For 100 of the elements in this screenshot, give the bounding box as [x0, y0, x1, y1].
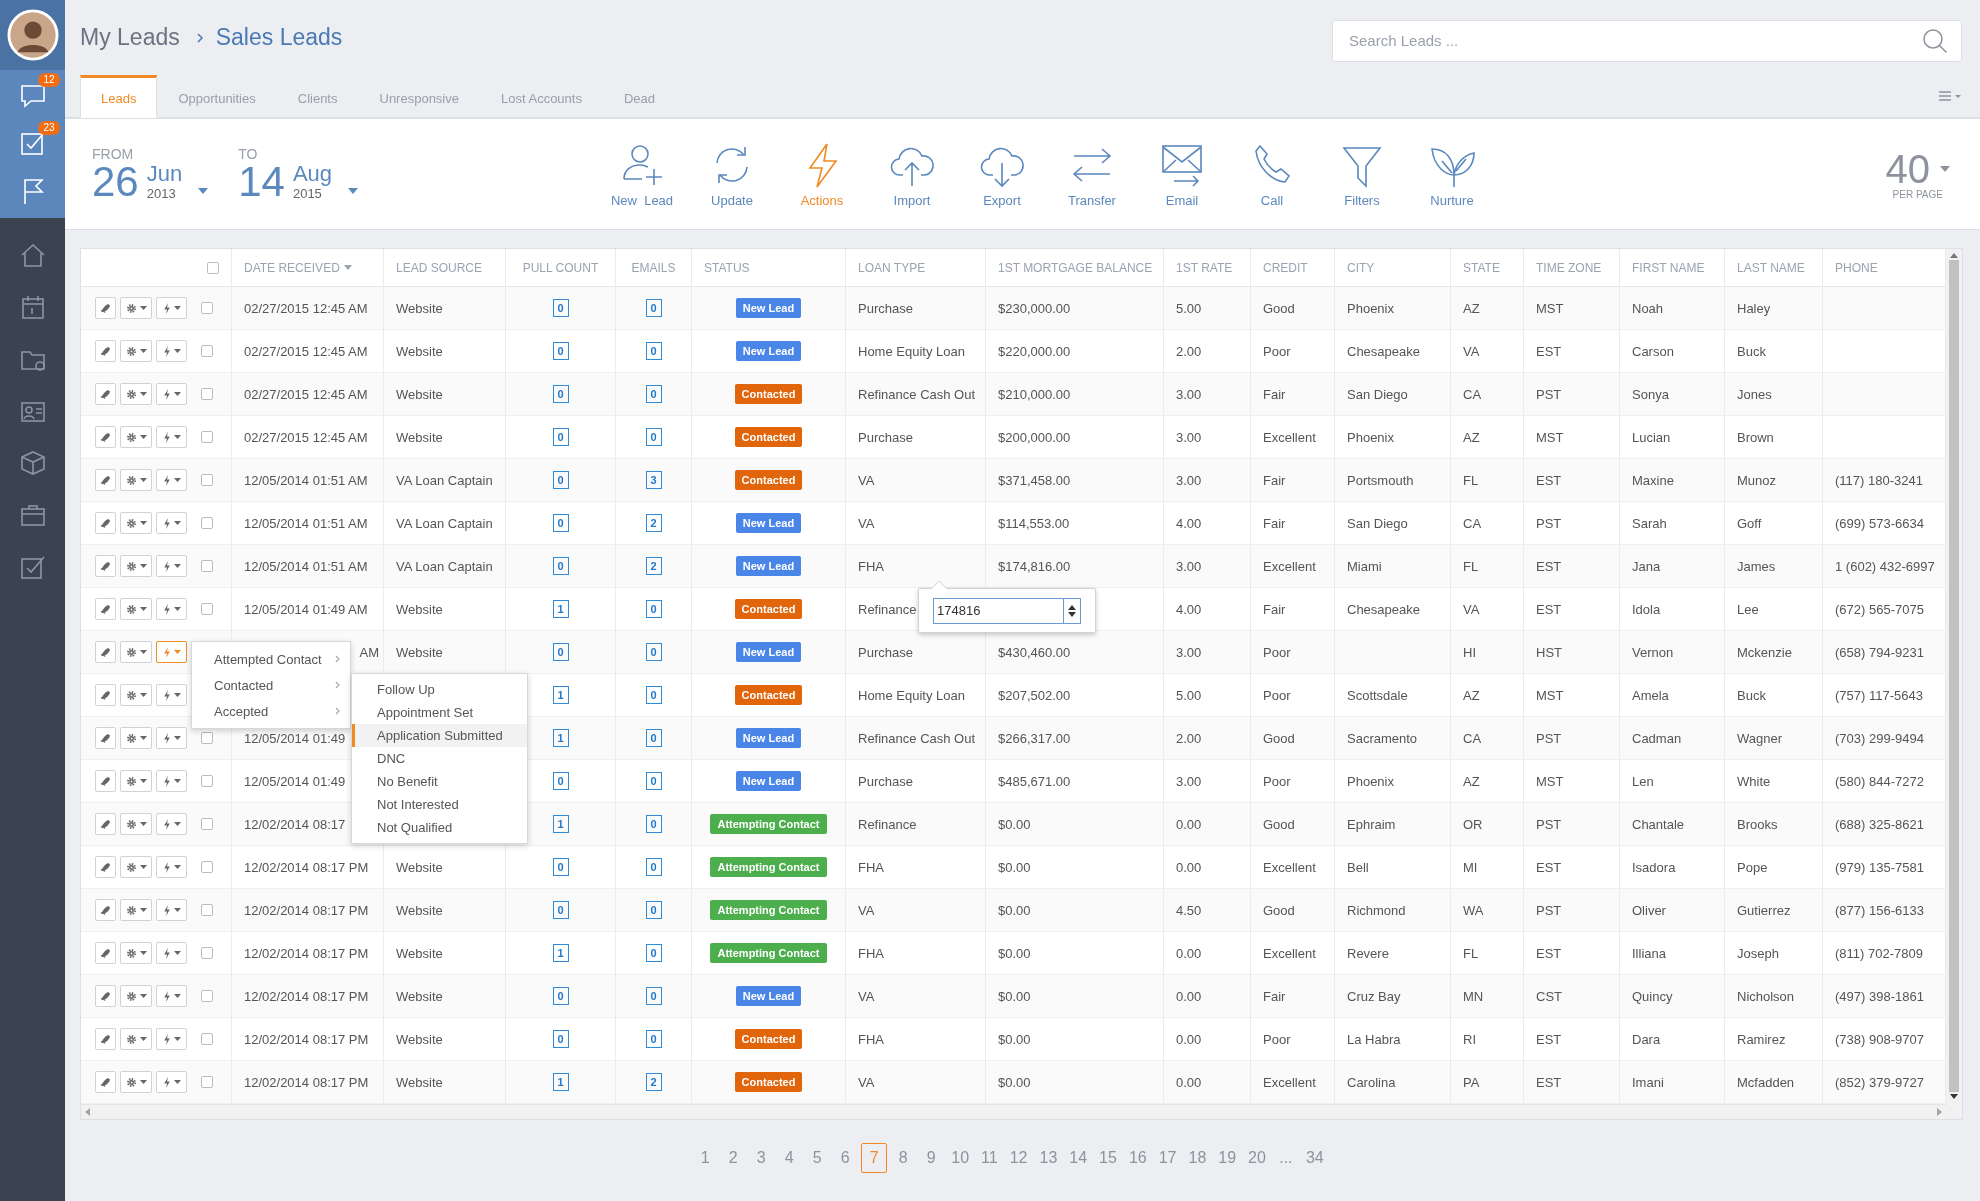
count-badge[interactable]: 0: [645, 815, 662, 833]
count-badge[interactable]: 0: [645, 342, 662, 360]
page-link[interactable]: 20: [1244, 1143, 1270, 1173]
toolbar-button[interactable]: Nurture: [1407, 140, 1497, 208]
table-cell: 12/05/2014 01:51 AM: [232, 459, 384, 502]
count-badge[interactable]: 1: [552, 1073, 569, 1091]
count-badge[interactable]: 0: [552, 471, 569, 489]
count-badge[interactable]: 0: [552, 514, 569, 532]
tab[interactable]: Dead: [602, 75, 677, 118]
count-badge[interactable]: 0: [552, 428, 569, 446]
page-link[interactable]: 18: [1184, 1143, 1211, 1173]
table-cell: $371,458.00: [986, 459, 1164, 502]
count-badge[interactable]: 0: [645, 600, 662, 618]
count-badge[interactable]: 0: [552, 772, 569, 790]
table-cell: CA: [1451, 717, 1524, 760]
toolbar-button[interactable]: Email: [1137, 140, 1227, 208]
count-badge[interactable]: 0: [645, 944, 662, 962]
search-field[interactable]: Search Leads ...: [1332, 19, 1962, 62]
menu-item[interactable]: Contacted: [192, 672, 350, 698]
page-link[interactable]: 4: [777, 1143, 802, 1173]
table-cell: Good: [1251, 803, 1335, 846]
table-cell: WA: [1451, 889, 1524, 932]
count-badge[interactable]: 0: [645, 299, 662, 317]
count-badge[interactable]: 1: [552, 729, 569, 747]
count-badge[interactable]: 0: [552, 901, 569, 919]
page-link[interactable]: 3: [749, 1143, 774, 1173]
tab[interactable]: Leads: [80, 75, 158, 118]
count-badge[interactable]: 0: [552, 299, 569, 317]
count-badge[interactable]: 2: [645, 514, 662, 532]
table-cell: Richmond: [1335, 889, 1451, 932]
toolbar-button[interactable]: Actions: [777, 140, 867, 208]
count-badge[interactable]: 1: [552, 686, 569, 704]
tab[interactable]: Lost Accounts: [480, 75, 603, 118]
tab[interactable]: Clients: [276, 75, 359, 118]
count-badge[interactable]: 0: [645, 987, 662, 1005]
toolbar-button[interactable]: Update: [687, 140, 777, 208]
day-number: 26: [92, 162, 139, 202]
year-label: 2013: [146, 186, 177, 202]
menu-item[interactable]: Application Submitted: [352, 724, 527, 747]
page-link[interactable]: 13: [1035, 1143, 1062, 1173]
page-link[interactable]: 5: [805, 1143, 830, 1173]
toolbar-button[interactable]: Call: [1227, 140, 1317, 208]
per-page-selector[interactable]: 40 PER PAGE: [1885, 148, 1950, 200]
count-badge: 12: [38, 73, 60, 87]
page-link[interactable]: 7: [861, 1143, 888, 1173]
count-badge[interactable]: 0: [552, 385, 569, 403]
table-cell: 12/02/2014 08:17 PM: [232, 889, 384, 932]
page-link[interactable]: 14: [1065, 1143, 1092, 1173]
page-link[interactable]: 19: [1214, 1143, 1241, 1173]
count-badge[interactable]: 0: [645, 686, 662, 704]
table-cell: EST: [1524, 459, 1620, 502]
count-badge[interactable]: 0: [552, 858, 569, 876]
count-badge[interactable]: 3: [645, 471, 662, 489]
count-badge[interactable]: 0: [552, 1030, 569, 1048]
count-badge[interactable]: 0: [645, 858, 662, 876]
count-badge[interactable]: 0: [552, 987, 569, 1005]
page-link[interactable]: 6: [833, 1143, 858, 1173]
count-badge[interactable]: 0: [645, 729, 662, 747]
table-cell: 3.00: [1164, 459, 1251, 502]
count-badge[interactable]: 0: [645, 385, 662, 403]
count-badge[interactable]: 0: [645, 428, 662, 446]
page-link[interactable]: 2: [721, 1143, 746, 1173]
page-link[interactable]: ...: [1273, 1143, 1298, 1173]
tab[interactable]: Unresponsive: [358, 75, 480, 118]
count-badge[interactable]: 0: [645, 772, 662, 790]
count-badge[interactable]: 0: [645, 901, 662, 919]
menu-item[interactable]: Follow Up: [352, 678, 527, 701]
table-cell: FL: [1451, 459, 1524, 502]
page-link[interactable]: 15: [1095, 1143, 1121, 1173]
page-link[interactable]: 17: [1154, 1143, 1181, 1173]
count-badge[interactable]: 1: [552, 600, 569, 618]
breadcrumb-link[interactable]: My Leads: [80, 24, 180, 51]
page-link[interactable]: 34: [1301, 1143, 1328, 1173]
count-badge[interactable]: 0: [552, 342, 569, 360]
count-badge[interactable]: 2: [645, 557, 662, 575]
count-badge[interactable]: 0: [552, 643, 569, 661]
toolbar-button[interactable]: Filters: [1317, 140, 1407, 208]
count-badge[interactable]: 2: [645, 1073, 662, 1091]
status-label: Contacted: [734, 427, 803, 447]
count-badge[interactable]: 0: [645, 643, 662, 661]
page-link[interactable]: 12: [1005, 1143, 1032, 1173]
table-cell: 12/02/2014 08:17 PM: [232, 975, 384, 1018]
table-cell: Purchase: [846, 287, 986, 330]
table-cell: Ephraim: [1335, 803, 1451, 846]
count-badge[interactable]: 0: [552, 557, 569, 575]
page-link[interactable]: 1: [693, 1143, 718, 1173]
page-link[interactable]: 11: [977, 1143, 1002, 1173]
count-badge[interactable]: 1: [552, 815, 569, 833]
tab[interactable]: Opportunities: [157, 75, 277, 118]
page-link[interactable]: 10: [947, 1143, 974, 1173]
count-badge[interactable]: 1: [552, 944, 569, 962]
page-link[interactable]: 8: [891, 1143, 916, 1173]
toolbar-button[interactable]: Import: [867, 140, 957, 208]
toolbar-button[interactable]: Transfer: [1047, 140, 1137, 208]
page-link[interactable]: 9: [919, 1143, 944, 1173]
table-cell: Refinance Cash Out: [846, 717, 986, 760]
count-badge[interactable]: 0: [645, 1030, 662, 1048]
page-link[interactable]: 16: [1124, 1143, 1151, 1173]
toolbar-button[interactable]: New Lead: [597, 140, 687, 208]
toolbar-button[interactable]: Export: [957, 140, 1047, 208]
